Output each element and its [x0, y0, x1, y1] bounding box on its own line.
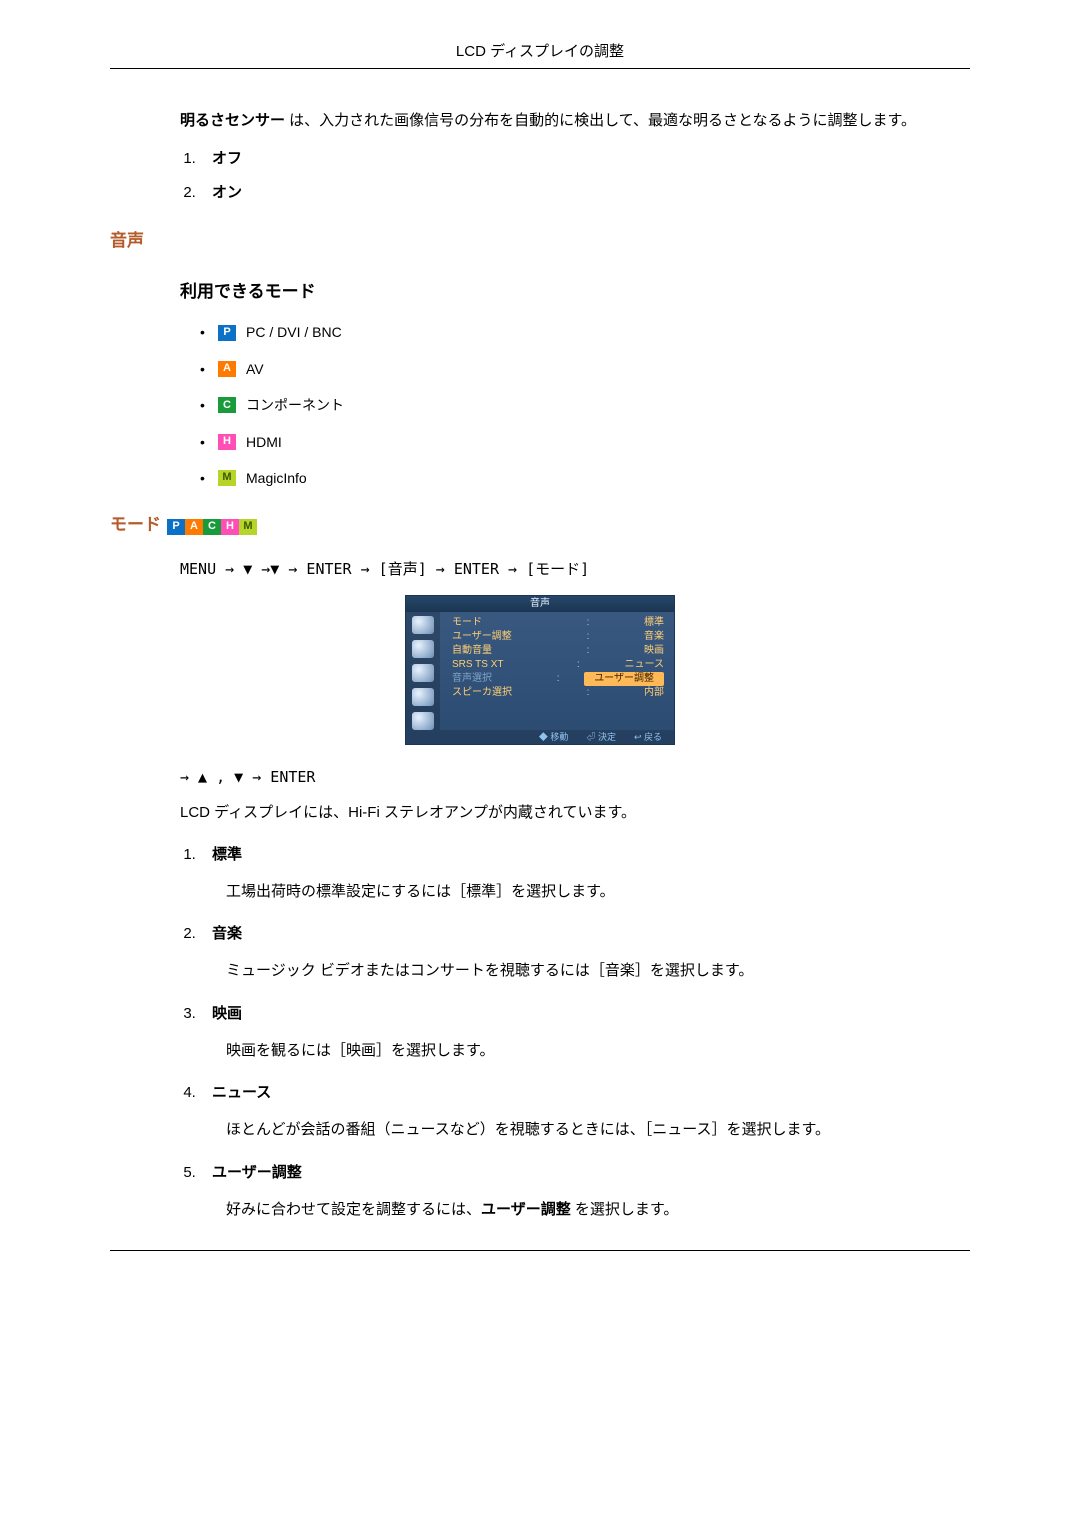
mode-row: • P PC / DVI / BNC: [200, 321, 970, 343]
mode-desc: ほとんどが会話の番組（ニュースなど）を視聴するときには、［ニュース］を選択します…: [226, 1117, 970, 1143]
osd-icon: [412, 712, 434, 730]
bullet-icon: •: [200, 321, 208, 343]
osd-row-key: スピーカ選択: [452, 686, 532, 700]
mode-name: 音楽: [212, 925, 242, 942]
osd-row-sep: :: [583, 616, 594, 630]
section-mode-heading: モード PACHM: [110, 511, 970, 538]
osd-icon: [412, 688, 434, 706]
osd-row: SRS TS XT: ニュース: [448, 658, 668, 672]
mode-item: 映画映画を観るには［映画］を選択します。: [200, 1002, 970, 1064]
osd-row: ユーザー調整: 音楽: [448, 630, 668, 644]
osd-row-val: 映画: [644, 644, 664, 658]
mode-name: ニュース: [212, 1084, 271, 1101]
badge-a-icon: A: [218, 361, 236, 377]
osd-title: 音声: [406, 596, 674, 612]
modes-list: 標準工場出荷時の標準設定にするには［標準］を選択します。音楽ミュージック ビデオ…: [200, 843, 970, 1223]
available-modes-list: • P PC / DVI / BNC • A AV • C コンポーネント • H HDMI • M Mag…: [200, 321, 970, 489]
sensor-label: 明るさセンサー: [180, 112, 285, 129]
rule-top: [110, 68, 970, 69]
mode-name: 映画: [212, 1005, 242, 1022]
mode-item: ユーザー調整好みに合わせて設定を調整するには、ユーザー調整 を選択します。: [200, 1161, 970, 1223]
osd-menu: モード:標準ユーザー調整:音楽自動音量:映画SRS TS XT:ニュース音声選択…: [440, 612, 674, 730]
badge-h-icon: H: [218, 434, 236, 450]
mode-row: • H HDMI: [200, 431, 970, 453]
osd-row-sep: :: [583, 686, 594, 700]
badge-h-icon: H: [221, 519, 239, 535]
osd-icon: [412, 664, 434, 682]
badge-m-icon: M: [239, 519, 257, 535]
mode-label: AV: [246, 358, 264, 380]
available-modes-title: 利用できるモード: [180, 278, 970, 305]
osd-row-key: SRS TS XT: [452, 658, 532, 672]
bullet-icon: •: [200, 358, 208, 380]
badge-a-icon: A: [185, 519, 203, 535]
mode-name: 標準: [212, 846, 242, 863]
sensor-option-1: オフ: [200, 147, 970, 171]
mode-label: HDMI: [246, 431, 282, 453]
badge-m-icon: M: [218, 470, 236, 486]
osd-row-val: 内部: [644, 686, 664, 700]
mode-label: MagicInfo: [246, 467, 307, 489]
badge-p-icon: P: [218, 325, 236, 341]
mode-lead: LCD ディスプレイには、Hi-Fi ステレオアンプが内蔵されています。: [180, 801, 970, 825]
intro-paragraph: 明るさセンサー は、入力された画像信号の分布を自動的に検出して、最適な明るさとな…: [180, 109, 970, 133]
mode-name: ユーザー調整: [212, 1164, 302, 1181]
osd-row-val: ユーザー調整: [584, 672, 664, 686]
osd-row: モード: 標準: [448, 616, 668, 630]
badge-p-icon: P: [167, 519, 185, 535]
badge-row: PACHM: [167, 513, 257, 537]
badge-c-icon: C: [218, 397, 236, 413]
bullet-icon: •: [200, 431, 208, 453]
osd-row-sep: :: [583, 644, 594, 658]
osd-row-key: モード: [452, 616, 532, 630]
osd-row-sep: :: [573, 658, 584, 672]
section-mode-title: モード: [110, 511, 161, 538]
nav-sequence-1: MENU → ▼ →▼ → ENTER → [音声] → ENTER → [モー…: [180, 557, 970, 581]
mode-desc: 映画を観るには［映画］を選択します。: [226, 1038, 970, 1064]
rule-bottom: [110, 1250, 970, 1251]
osd-side-icons: [406, 612, 440, 730]
osd-foot-enter: ⏎ 決定: [586, 730, 616, 744]
osd-row-key: ユーザー調整: [452, 630, 532, 644]
mode-desc: 工場出荷時の標準設定にするには［標準］を選択します。: [226, 879, 970, 905]
osd-row: 音声選択: ユーザー調整: [448, 672, 668, 686]
osd-screenshot: 音声 モード:標準ユーザー調整:音楽自動音量:映画SRS TS XT:ニュース音…: [110, 595, 970, 745]
osd-row: 自動音量: 映画: [448, 644, 668, 658]
sensor-options-list: オフ オン: [200, 147, 970, 205]
mode-item: 音楽ミュージック ビデオまたはコンサートを視聴するには［音楽］を選択します。: [200, 922, 970, 984]
osd-foot-move: ◆ 移動: [539, 730, 569, 744]
bullet-icon: •: [200, 394, 208, 416]
section-audio-title: 音声: [110, 227, 970, 254]
osd-foot-return: ↩ 戻る: [634, 730, 662, 744]
osd-row-key: 自動音量: [452, 644, 532, 658]
nav-sequence-2: → ▲ , ▼ → ENTER: [180, 765, 970, 789]
mode-desc: ミュージック ビデオまたはコンサートを視聴するには［音楽］を選択します。: [226, 958, 970, 984]
mode-row: • C コンポーネント: [200, 394, 970, 416]
mode-item: 標準工場出荷時の標準設定にするには［標準］を選択します。: [200, 843, 970, 905]
osd-row-val: ニュース: [625, 658, 665, 672]
osd-row: スピーカ選択: 内部: [448, 686, 668, 700]
page-title: LCD ディスプレイの調整: [110, 40, 970, 64]
bullet-icon: •: [200, 467, 208, 489]
sensor-text: は、入力された画像信号の分布を自動的に検出して、最適な明るさとなるように調整しま…: [285, 112, 916, 129]
osd-row-val: 標準: [644, 616, 664, 630]
osd-icon: [412, 616, 434, 634]
badge-c-icon: C: [203, 519, 221, 535]
osd-row-sep: :: [553, 672, 564, 686]
sensor-option-2: オン: [200, 181, 970, 205]
osd-row-key: 音声選択: [452, 672, 532, 686]
mode-label: PC / DVI / BNC: [246, 321, 342, 343]
osd-row-val: 音楽: [644, 630, 664, 644]
mode-row: • M MagicInfo: [200, 467, 970, 489]
mode-item: ニュースほとんどが会話の番組（ニュースなど）を視聴するときには、［ニュース］を選…: [200, 1081, 970, 1143]
mode-label: コンポーネント: [246, 394, 344, 416]
mode-desc: 好みに合わせて設定を調整するには、ユーザー調整 を選択します。: [226, 1197, 970, 1223]
osd-footer: ◆ 移動 ⏎ 決定 ↩ 戻る: [406, 730, 674, 744]
osd-row-sep: :: [583, 630, 594, 644]
mode-row: • A AV: [200, 358, 970, 380]
osd-icon: [412, 640, 434, 658]
